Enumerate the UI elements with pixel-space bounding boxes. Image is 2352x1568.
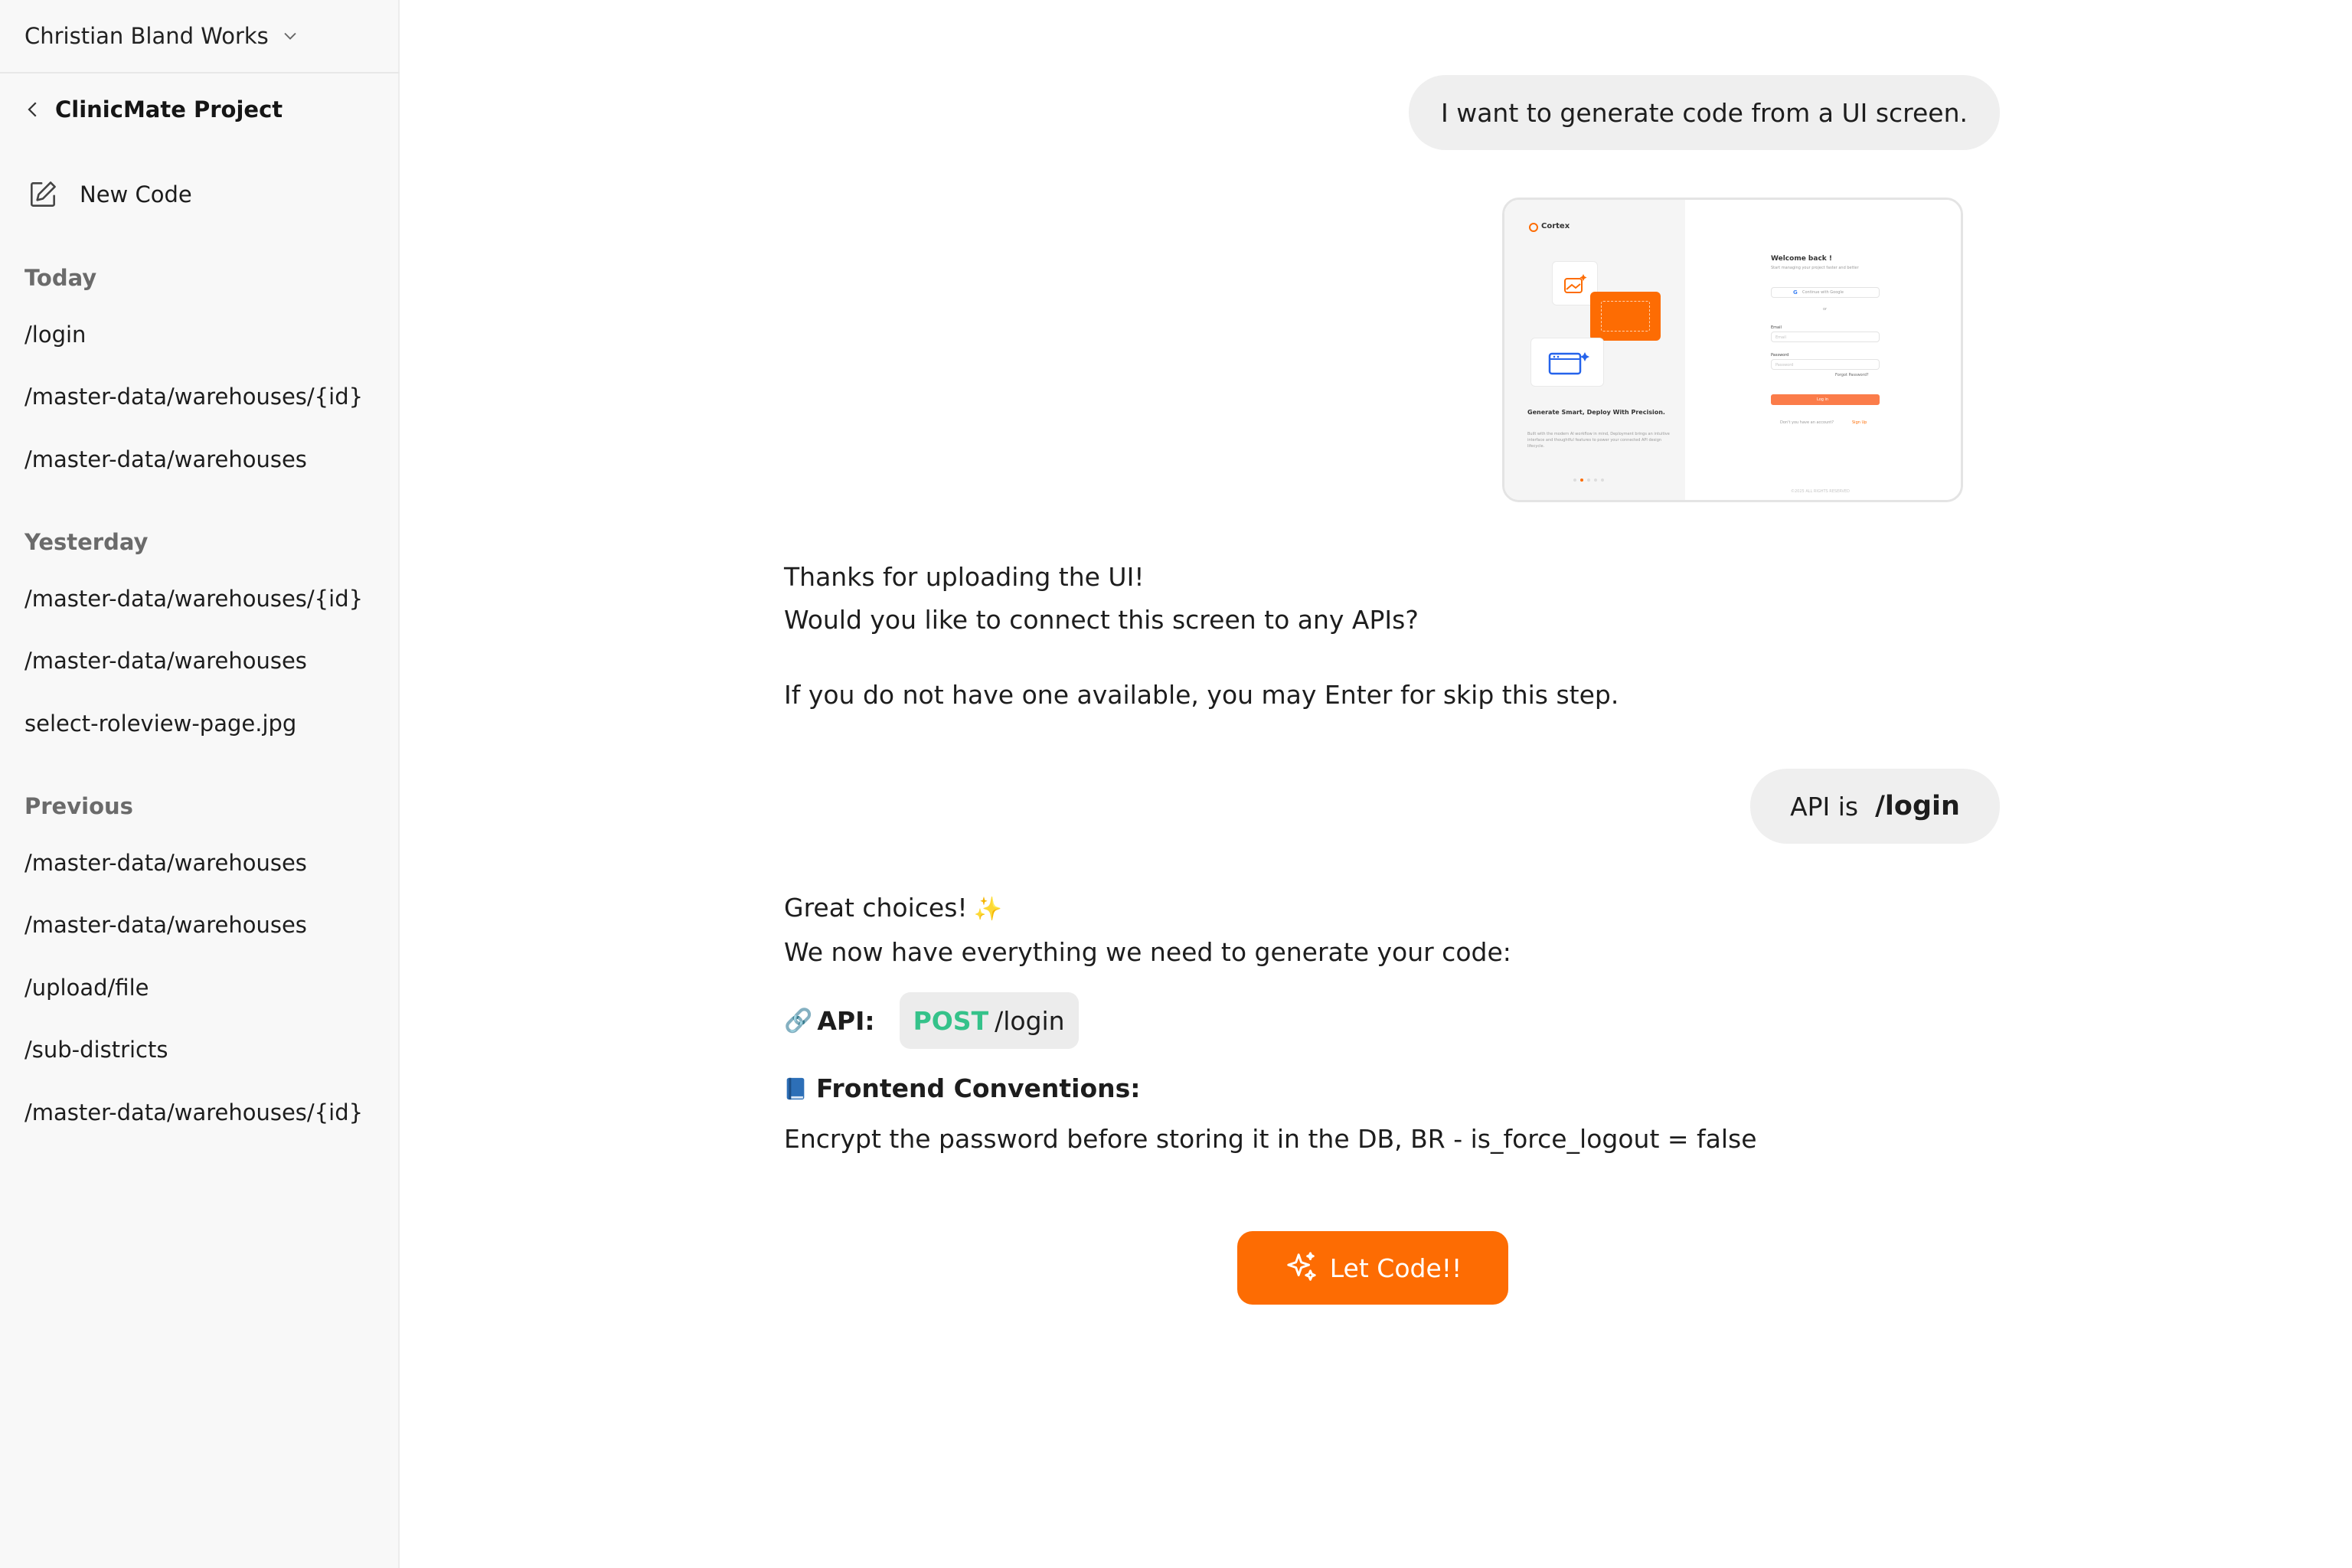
let-code-label: Let Code!! [1329, 1253, 1462, 1283]
bot-message-line: Thanks for uploading the UI! [784, 562, 1145, 592]
workspace-switcher[interactable]: Christian Bland Works [0, 0, 400, 74]
preview-signup-link: Sign Up [1852, 420, 1867, 425]
preview-signup-prompt: Don't you have an account? [1780, 420, 1834, 425]
chevron-left-icon [28, 102, 37, 117]
section-yesterday: Yesterday [24, 529, 149, 555]
back-to-project[interactable]: ClinicMate Project [21, 96, 283, 122]
preview-body: Built with the modern AI workflow in min… [1527, 432, 1670, 449]
sparkles-icon [1287, 1252, 1316, 1281]
api-label: API: [817, 1005, 875, 1036]
book-icon [786, 1077, 805, 1099]
preview-forgot: Forgot Password? [1835, 373, 1869, 377]
preview-left-panel: Cortex Generate Smart, Deploy With Preci… [1504, 200, 1685, 500]
history-item[interactable]: /sub-districts [24, 1037, 377, 1063]
preview-login-button: Log in [1771, 394, 1880, 405]
workspace-name: Christian Bland Works [24, 23, 269, 49]
history-item[interactable]: /master-data/warehouses/{id} [24, 1099, 377, 1125]
new-code-button[interactable]: New Code [26, 178, 192, 211]
chevron-down-icon [284, 32, 296, 40]
user-message-text: I want to generate code from a UI screen… [1440, 97, 1968, 128]
history-item[interactable]: /master-data/warehouses/{id} [24, 586, 377, 612]
bot-message-line: We now have everything we need to genera… [784, 937, 1511, 967]
great-choices-text: Great choices! [784, 893, 968, 923]
section-previous: Previous [24, 793, 133, 819]
preview-window-card [1530, 338, 1604, 387]
history-item[interactable]: select-roleview-page.jpg [24, 710, 377, 737]
history-item[interactable]: /master-data/warehouses [24, 850, 377, 876]
preview-email-field: Email [1771, 332, 1880, 342]
api-endpoint-chip: POST /login [899, 992, 1079, 1049]
preview-or: or [1823, 307, 1828, 312]
window-sparkle-icon [1548, 352, 1589, 375]
conventions-text: Encrypt the password before storing it i… [784, 1124, 1757, 1154]
new-code-label: New Code [80, 181, 192, 207]
let-code-button[interactable]: Let Code!! [1237, 1231, 1508, 1305]
preview-footer: ©2025 ALL RIGHTS RESERVED [1791, 489, 1850, 494]
history-item[interactable]: /master-data/warehouses [24, 648, 377, 674]
preview-google-button: G Continue with Google [1771, 287, 1880, 298]
history-item[interactable]: /master-data/warehouses/{id} [24, 384, 377, 410]
image-sparkle-icon [1564, 274, 1587, 293]
user-api-message: API is /login [1750, 769, 2000, 844]
preview-password-label: Password [1771, 353, 1789, 358]
history-item[interactable]: /master-data/warehouses [24, 446, 377, 472]
bot-message-line: Would you like to connect this screen to… [784, 605, 1419, 635]
user-message: I want to generate code from a UI screen… [1409, 75, 2000, 150]
preview-code-card [1590, 292, 1661, 341]
project-name: ClinicMate Project [55, 96, 283, 122]
conventions-label: Frontend Conventions: [816, 1073, 1141, 1103]
preview-email-label: Email [1771, 325, 1782, 330]
api-method: POST [913, 1005, 989, 1036]
preview-login-panel: Welcome back ! Start managing your proje… [1685, 200, 1961, 500]
pen-square-icon [31, 181, 56, 207]
api-path: /login [995, 1005, 1065, 1036]
preview-headline: Generate Smart, Deploy With Precision. [1527, 409, 1665, 416]
preview-password-field: Password [1771, 359, 1880, 370]
history-item[interactable]: /login [24, 322, 377, 348]
preview-carousel-dots [1573, 479, 1604, 482]
uploaded-ui-preview[interactable]: Cortex Generate Smart, Deploy With Preci… [1502, 198, 1963, 502]
sidebar: Christian Bland Works ClinicMate Project… [0, 0, 400, 1568]
preview-welcome: Welcome back ! [1771, 255, 1833, 263]
sparkle-emoji: ✨ [973, 896, 1003, 923]
section-today: Today [24, 265, 97, 291]
brand-logo-icon [1529, 223, 1538, 232]
bot-message-line: Great choices! ✨ [784, 893, 1002, 923]
link-icon: 🔗 [784, 1007, 813, 1034]
preview-brand: Cortex [1541, 222, 1570, 230]
user-api-prefix: API is [1790, 791, 1859, 822]
bot-message-line: If you do not have one available, you ma… [784, 680, 1619, 710]
user-api-endpoint: /login [1875, 791, 1960, 822]
preview-subtitle: Start managing your project faster and b… [1771, 266, 1859, 270]
history-item[interactable]: /master-data/warehouses [24, 912, 377, 938]
api-summary: 🔗 API: POST /login [784, 992, 1079, 1049]
frontend-conventions-heading: Frontend Conventions: [784, 1073, 1141, 1103]
history-item[interactable]: /upload/file [24, 975, 377, 1001]
